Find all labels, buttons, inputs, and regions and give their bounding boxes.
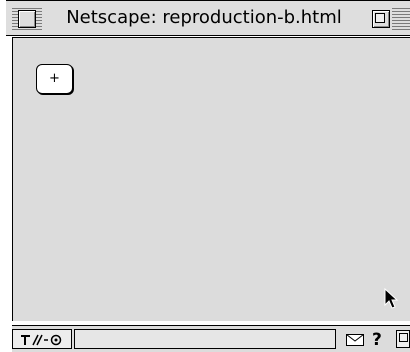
grow-box-icon[interactable] [396,330,410,348]
browser-window: Netscape: reproduction-b.html + ? [0,0,410,352]
close-box-icon[interactable] [18,10,36,28]
help-icon[interactable]: ? [372,330,382,350]
arrow-cursor-icon [384,288,399,309]
title-stripes-right [392,6,410,31]
page-content-area: + [12,37,410,321]
window-title: Netscape: reproduction-b.html [48,5,360,31]
status-message-field [74,329,336,349]
security-status-icon [21,334,62,346]
title-bar[interactable]: Netscape: reproduction-b.html [6,0,410,36]
add-button[interactable]: + [36,64,73,94]
mail-icon[interactable] [346,334,364,346]
status-bar: ? [12,325,410,352]
security-status[interactable] [12,329,72,349]
zoom-box-icon[interactable] [372,10,390,28]
